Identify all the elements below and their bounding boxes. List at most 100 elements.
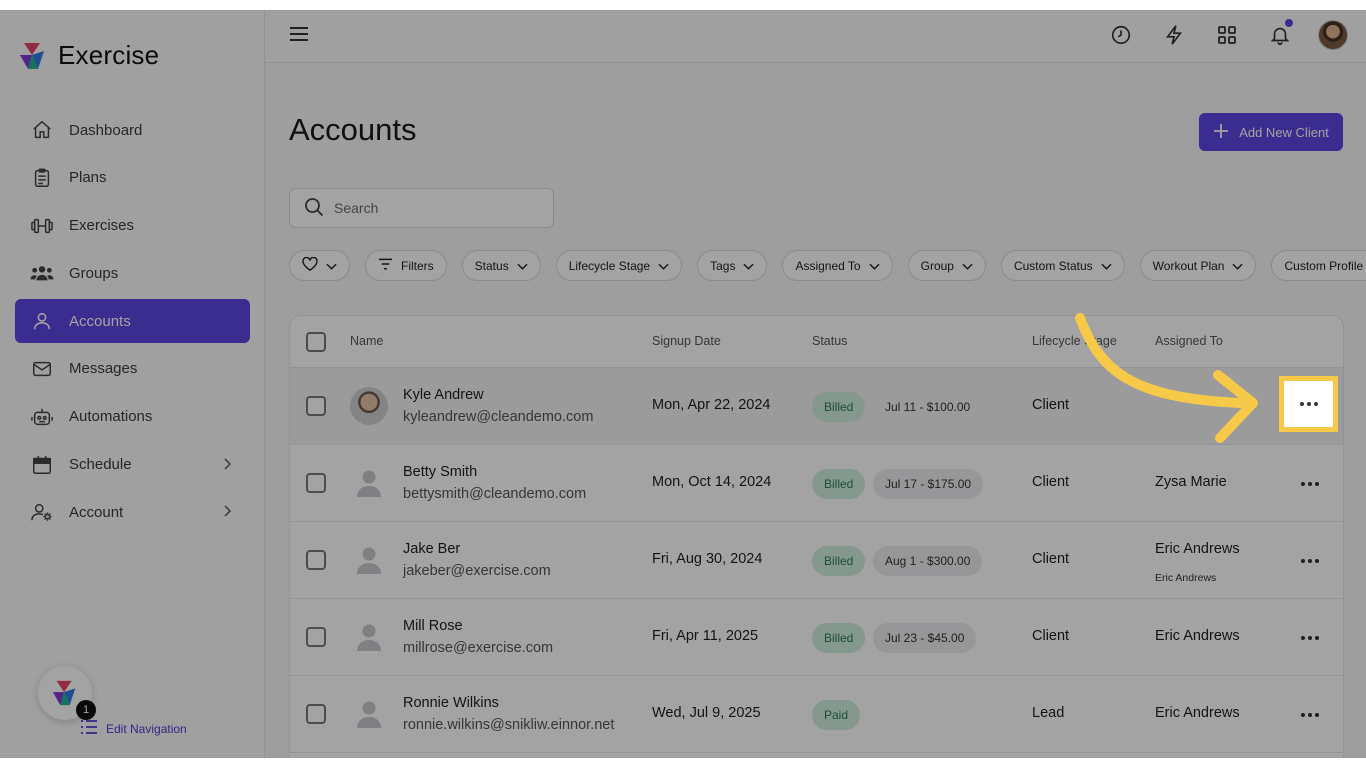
sidebar-item-label: Groups xyxy=(69,264,119,282)
filter-group[interactable]: Group xyxy=(907,250,986,281)
top-bar-actions xyxy=(1106,19,1348,50)
assigned-to: Eric Andrews xyxy=(1155,705,1240,721)
signup-date: Wed, Jul 9, 2025 xyxy=(652,705,761,721)
add-new-client-button[interactable]: Add New Client xyxy=(1199,113,1343,151)
row-checkbox[interactable] xyxy=(306,396,326,416)
filter-chip-label: Assigned To xyxy=(795,258,861,273)
row-checkbox[interactable] xyxy=(306,473,326,493)
client-name[interactable]: Ronnie Wilkins xyxy=(403,695,499,711)
lifecycle-stage: Client xyxy=(1032,551,1070,567)
favorites-filter[interactable] xyxy=(289,250,350,281)
filter-status[interactable]: Status xyxy=(461,250,541,281)
avatar-image xyxy=(1318,20,1348,50)
assigned-to-secondary: Eric Andrews xyxy=(1155,572,1217,584)
filter-chip-label: Lifecycle Stage xyxy=(568,258,651,273)
chevron-down-icon xyxy=(962,259,973,273)
assigned-to: Eric Andrews xyxy=(1155,541,1240,557)
notification-dot xyxy=(1285,19,1293,27)
user-avatar[interactable] xyxy=(1318,20,1348,50)
table-row[interactable]: Jake Ber jakeber@exercise.com Fri, Aug 3… xyxy=(290,522,1343,599)
clock-icon[interactable] xyxy=(1106,20,1136,50)
filter-tags[interactable]: Tags xyxy=(697,250,768,281)
sidebar-item-exercises[interactable]: Exercises xyxy=(15,204,250,248)
home-icon xyxy=(29,117,55,143)
more-horizontal-icon xyxy=(1301,482,1319,486)
table-row[interactable]: Ronnie Wilkins ronnie.wilkins@snikliw.ei… xyxy=(290,676,1343,753)
sidebar-item-label: Dashboard xyxy=(69,121,143,139)
filters-button[interactable]: Filters xyxy=(365,250,447,281)
chevron-right-icon xyxy=(222,504,232,522)
bell-icon[interactable] xyxy=(1265,19,1295,50)
edit-navigation-link[interactable]: Edit Navigation xyxy=(80,719,187,738)
chevron-down-icon xyxy=(658,259,669,273)
client-name[interactable]: Kyle Andrew xyxy=(403,387,484,403)
sidebar-item-plans[interactable]: Plans xyxy=(15,156,250,200)
app-window: Exercise Dashboard Plans Exercises Group… xyxy=(0,10,1366,758)
client-name[interactable]: Betty Smith xyxy=(403,464,477,480)
more-horizontal-icon xyxy=(1301,636,1319,640)
client-email: kyleandrew@cleandemo.com xyxy=(403,409,594,425)
row-actions-button[interactable] xyxy=(1290,698,1330,732)
sidebar-item-groups[interactable]: Groups xyxy=(15,251,250,295)
client-name[interactable]: Jake Ber xyxy=(403,541,460,557)
filter-chip-label: Tags xyxy=(710,258,736,273)
apps-grid-icon[interactable] xyxy=(1212,20,1242,50)
avatar-placeholder-icon xyxy=(350,618,388,656)
notification-count-badge: 1 xyxy=(76,700,96,720)
dumbbell-icon xyxy=(29,213,55,239)
chevron-down-icon xyxy=(743,259,755,273)
chevron-down-icon xyxy=(1101,259,1112,273)
calendar-icon xyxy=(29,452,55,478)
user-icon xyxy=(29,308,55,334)
filter-icon xyxy=(378,258,393,273)
filter-chip-label: Group xyxy=(920,258,954,273)
client-email: bettysmith@cleandemo.com xyxy=(403,486,587,502)
table-row[interactable]: Mill Rose millrose@exercise.com Fri, Apr… xyxy=(290,599,1343,676)
hamburger-menu-icon[interactable] xyxy=(289,25,309,48)
column-header-signup-date[interactable]: Signup Date xyxy=(652,334,721,348)
filter-chip-label: Status xyxy=(474,258,509,273)
more-horizontal-icon xyxy=(1301,559,1319,563)
column-header-name[interactable]: Name xyxy=(350,334,383,348)
sidebar-item-label: Messages xyxy=(69,360,138,378)
select-all-checkbox[interactable] xyxy=(306,332,326,352)
client-name[interactable]: Mill Rose xyxy=(403,618,463,634)
row-checkbox[interactable] xyxy=(306,550,326,570)
sidebar-item-label: Automations xyxy=(69,408,153,426)
column-header-status[interactable]: Status xyxy=(812,334,847,348)
chevron-down-icon xyxy=(869,259,880,273)
sidebar-item-messages[interactable]: Messages xyxy=(15,347,250,391)
filter-chip-label: Custom Profile Field xyxy=(1284,258,1366,273)
filter-custom-status[interactable]: Custom Status xyxy=(1000,250,1125,281)
more-horizontal-icon xyxy=(1301,713,1319,717)
heart-icon xyxy=(302,256,318,274)
client-email: ronnie.wilkins@snikliw.einnor.net xyxy=(403,717,615,733)
filter-assigned-to[interactable]: Assigned To xyxy=(782,250,893,281)
filter-chip-label: Filters xyxy=(401,258,434,273)
filter-workout-plan[interactable]: Workout Plan xyxy=(1139,250,1257,281)
row-checkbox[interactable] xyxy=(306,627,326,647)
row-actions-button[interactable] xyxy=(1290,544,1330,578)
clipboard-icon xyxy=(29,165,55,191)
filter-custom-profile-field[interactable]: Custom Profile Field xyxy=(1271,250,1366,281)
mail-icon xyxy=(29,356,55,382)
chevron-right-icon xyxy=(222,457,232,475)
highlighted-row-actions-button[interactable] xyxy=(1279,376,1338,432)
sidebar-item-schedule[interactable]: Schedule xyxy=(15,443,250,487)
filter-lifecycle-stage[interactable]: Lifecycle Stage xyxy=(555,250,683,281)
brand-logo-icon xyxy=(52,680,76,706)
status-badge: Billed xyxy=(812,623,866,653)
search-input[interactable]: Search xyxy=(289,188,554,228)
lightning-icon[interactable] xyxy=(1159,20,1189,50)
signup-date: Fri, Aug 30, 2024 xyxy=(652,551,763,567)
brand[interactable]: Exercise xyxy=(18,40,159,71)
status-badge: Billed xyxy=(812,469,866,499)
sidebar-item-label: Plans xyxy=(69,169,107,187)
sidebar-item-accounts[interactable]: Accounts xyxy=(15,299,250,344)
row-actions-button[interactable] xyxy=(1290,621,1330,655)
row-checkbox[interactable] xyxy=(306,704,326,724)
sidebar-item-dashboard[interactable]: Dashboard xyxy=(15,108,250,152)
sidebar-item-automations[interactable]: Automations xyxy=(15,395,250,439)
sidebar-item-account[interactable]: Account xyxy=(15,490,250,534)
row-actions-button[interactable] xyxy=(1290,467,1330,501)
